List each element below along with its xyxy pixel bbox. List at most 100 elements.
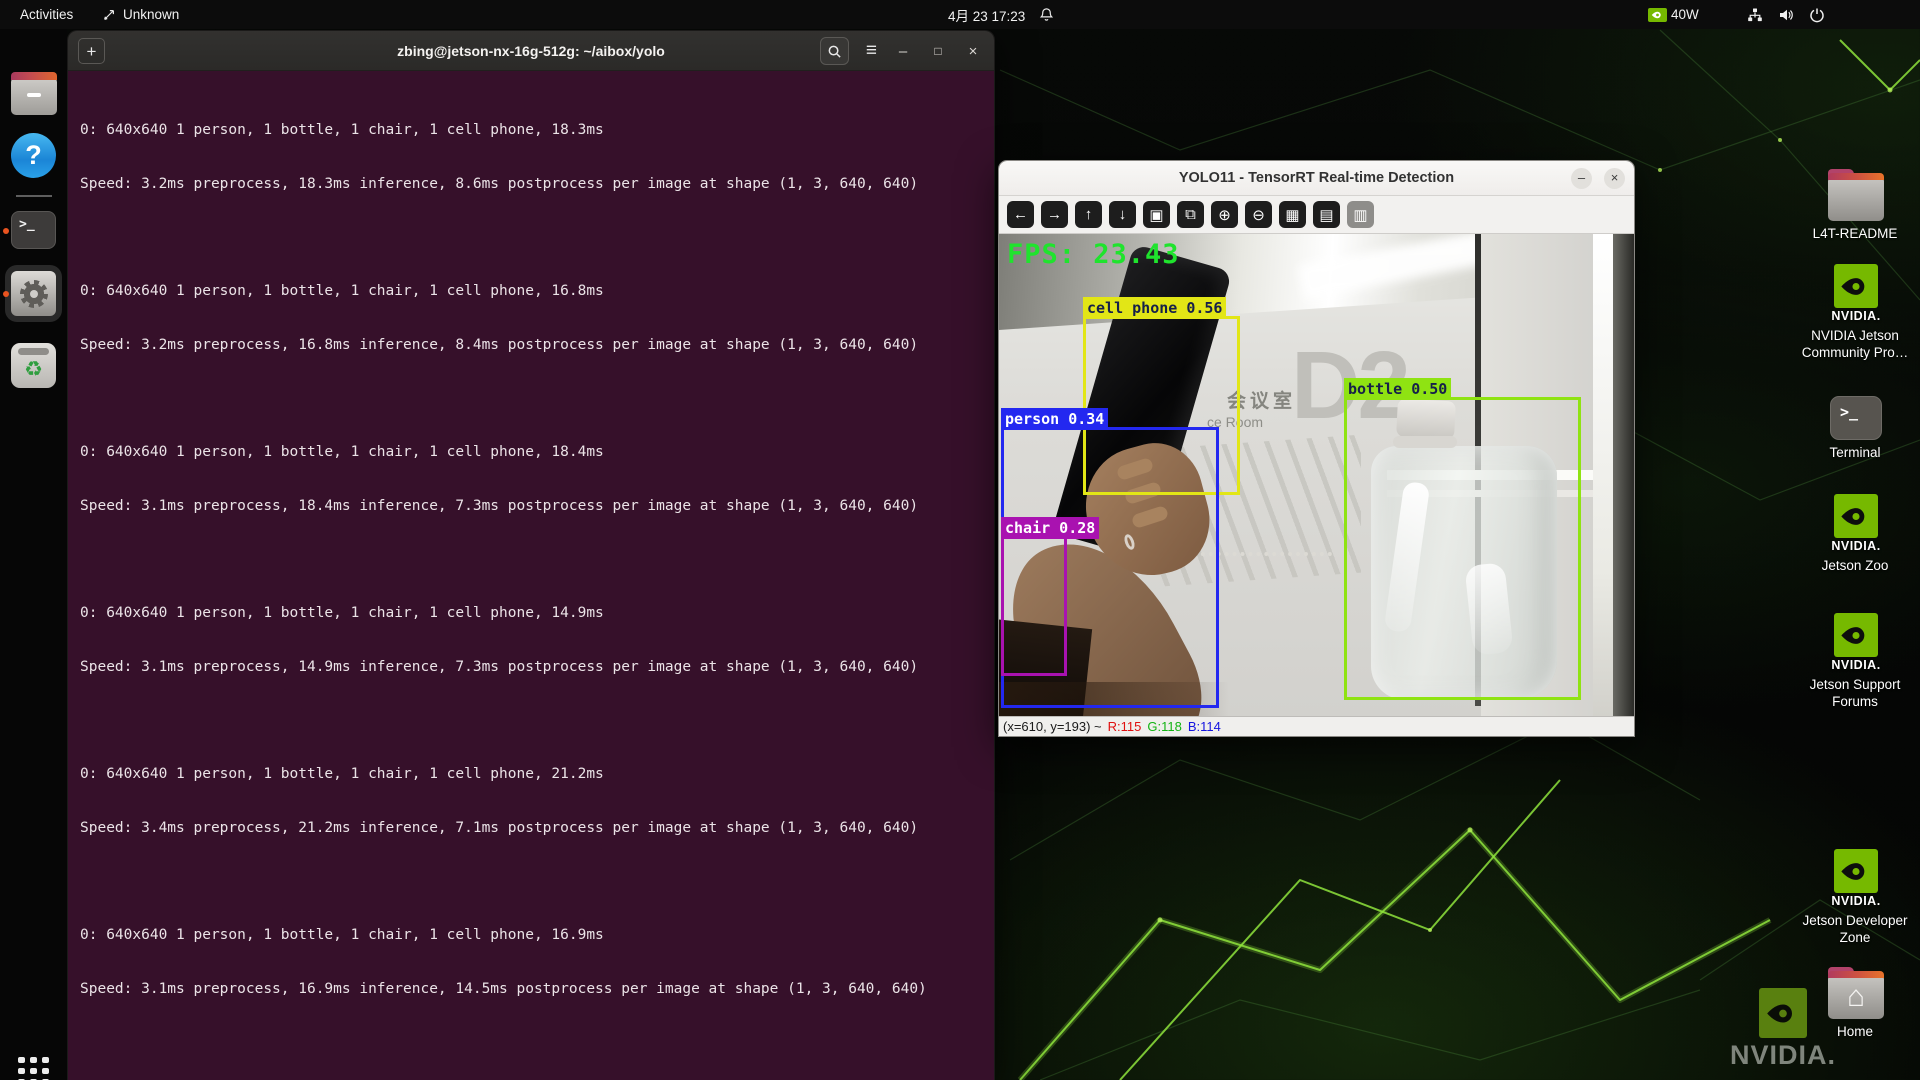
desktop-icon[interactable]: ⌂ NVIDIA. >_ Jetson Zoo [1796, 494, 1916, 574]
desktop-icon[interactable]: ⌂ >_ Home [1796, 966, 1916, 1040]
show-applications-button[interactable] [0, 1057, 67, 1080]
dock-item-help[interactable]: ? [0, 133, 67, 179]
desktop-icon-label: Jetson Support Forums [1796, 676, 1914, 710]
camera-view[interactable]: D2 会议室 ce Room cell phone 0.56 [999, 234, 1635, 716]
dock-divider [0, 195, 67, 197]
right-dark-edge [1613, 234, 1635, 716]
close-button[interactable]: × [964, 43, 982, 60]
detection-label: cell phone 0.56 [1083, 297, 1226, 319]
power-mode-label: 40W [1671, 7, 1699, 22]
toolbar-button-icon: ← [1013, 206, 1028, 223]
zoom-original-button[interactable]: ▣ [1143, 201, 1170, 228]
system-status-area[interactable]: 40W [1648, 0, 1825, 29]
zoom-out-button[interactable]: ⊖ [1245, 201, 1272, 228]
zoom-in-button[interactable]: ⊕ [1211, 201, 1238, 228]
pixel-green-value: G:118 [1147, 719, 1181, 734]
nvidia-eye-icon: NVIDIA. [1796, 494, 1916, 553]
terminal-output: 0: 640x640 1 person, 1 bottle, 1 chair, … [80, 85, 982, 1080]
yolo-window-title: YOLO11 - TensorRT Real-time Detection [999, 170, 1634, 186]
yolo-titlebar[interactable]: YOLO11 - TensorRT Real-time Detection – … [999, 161, 1634, 196]
inference-record: 0: 640x640 1 person, 1 bottle, 1 chair, … [80, 1051, 982, 1080]
toolbar-button-icon: ▦ [1285, 206, 1299, 224]
inference-record: 0: 640x640 1 person, 1 bottle, 1 chair, … [80, 568, 982, 712]
network-icon [1747, 7, 1763, 23]
desktop-icon[interactable]: ⌂ >_ L4T-README [1796, 168, 1916, 242]
nvidia-power-icon [1648, 8, 1667, 22]
home-emblem-icon: ⌂ [1847, 980, 1865, 1013]
files-icon [11, 77, 57, 115]
activities-button[interactable]: Activities [14, 0, 79, 29]
pan-down-button[interactable]: ↓ [1109, 201, 1136, 228]
speed-line: Speed: 3.1ms preprocess, 14.9ms inferenc… [80, 658, 982, 676]
pixel-coordinates: (x=610, y=193) ~ [1003, 719, 1102, 734]
toolbar-button-icon: ⧉ [1185, 206, 1196, 223]
dock-item-files[interactable] [0, 71, 67, 117]
zoom-region-button[interactable]: ⧉ [1177, 201, 1204, 228]
pan-left-button[interactable]: ← [1007, 201, 1034, 228]
desktop-icon[interactable]: ⌂ NVIDIA. >_ NVIDIA Jetson Community Pro… [1796, 264, 1916, 361]
display-properties-button[interactable]: ▥ [1347, 201, 1374, 228]
detection-box-bottle: bottle 0.50 [1344, 397, 1581, 700]
toolbar-button-icon: ▥ [1353, 206, 1367, 224]
inference-record: 0: 640x640 1 person, 1 bottle, 1 chair, … [80, 890, 982, 1034]
terminal-desktop-icon: >_ [1796, 390, 1916, 440]
toolbar-button-icon: ↓ [1119, 206, 1127, 223]
top-bar: Activities Unknown 4月 23 17:23 40W [0, 0, 1920, 29]
clock-label: 4月 23 17:23 [948, 5, 1025, 25]
bell-icon [1039, 7, 1054, 22]
menu-button[interactable]: ≡ [866, 40, 877, 62]
speed-line: Speed: 3.2ms preprocess, 16.8ms inferenc… [80, 336, 982, 354]
desktop-icon[interactable]: ⌂ NVIDIA. >_ Jetson Support Forums [1796, 613, 1916, 710]
folder-icon: ⌂ [1796, 974, 1916, 1019]
desktop-icon-column: ⌂ >_ L4T-README ⌂ NVIDIA. >_ NVIDIA Jet [1796, 0, 1916, 1080]
search-button[interactable] [820, 37, 849, 65]
pan-up-button[interactable]: ↑ [1075, 201, 1102, 228]
yolo-detection-window: YOLO11 - TensorRT Real-time Detection – … [998, 160, 1635, 737]
terminal-icon: >_ [11, 211, 56, 249]
nvidia-eye-icon: NVIDIA. [1796, 849, 1916, 908]
app-indicator[interactable]: Unknown [96, 0, 185, 29]
desktop-icon[interactable]: ⌂ NVIDIA. >_ Jetson Developer Zone [1796, 849, 1916, 946]
desktop-icon-label: Jetson Developer Zone [1796, 912, 1914, 946]
toolbar-button-icon: ⊕ [1218, 206, 1231, 224]
inference-record: 0: 640x640 1 person, 1 bottle, 1 chair, … [80, 729, 982, 873]
power-icon [1809, 7, 1825, 23]
dock: ? >_ ♻ [0, 29, 67, 1080]
close-button[interactable]: × [1604, 168, 1625, 189]
dock-item-trash[interactable]: ♻ [0, 343, 67, 391]
terminal-headerbar[interactable]: + zbing@jetson-nx-16g-512g: ~/aibox/yolo… [68, 31, 994, 71]
detection-line: 0: 640x640 1 person, 1 bottle, 1 chair, … [80, 121, 982, 139]
maximize-button[interactable]: □ [929, 44, 947, 58]
power-mode-indicator: 40W [1648, 7, 1699, 22]
dock-item-settings[interactable] [0, 265, 67, 323]
copy-clipboard-button[interactable]: ▤ [1313, 201, 1340, 228]
terminal-window: + zbing@jetson-nx-16g-512g: ~/aibox/yolo… [67, 30, 995, 1080]
clock-menu[interactable]: 4月 23 17:23 [942, 0, 1060, 29]
pan-right-button[interactable]: → [1041, 201, 1068, 228]
focused-app-highlight [5, 265, 62, 322]
desktop-icon-label: Terminal [1796, 444, 1914, 461]
inference-record: 0: 640x640 1 person, 1 bottle, 1 chair, … [80, 85, 982, 229]
detection-line: 0: 640x640 1 person, 1 bottle, 1 chair, … [80, 443, 982, 461]
desktop-icon[interactable]: ⌂ >_ Terminal [1796, 390, 1916, 461]
terminal-screen[interactable]: 0: 640x640 1 person, 1 bottle, 1 chair, … [68, 71, 994, 1080]
detection-label: chair 0.28 [1001, 517, 1099, 539]
app-indicator-label: Unknown [123, 7, 179, 22]
minimize-button[interactable]: – [1571, 168, 1592, 189]
save-image-button[interactable]: ▦ [1279, 201, 1306, 228]
pixel-red-value: R:115 [1108, 719, 1142, 734]
new-tab-button[interactable]: + [78, 38, 105, 64]
help-icon: ? [11, 133, 56, 178]
detection-label: person 0.34 [1001, 408, 1108, 430]
detection-line: 0: 640x640 1 person, 1 bottle, 1 chair, … [80, 765, 982, 783]
dock-item-terminal[interactable]: >_ [0, 211, 67, 251]
toolbar-button-icon: → [1047, 206, 1062, 223]
speed-line: Speed: 3.2ms preprocess, 18.3ms inferenc… [80, 175, 982, 193]
volume-icon [1778, 7, 1794, 23]
running-indicator-dot [3, 228, 9, 234]
minimize-button[interactable]: – [894, 43, 912, 60]
toolbar-button-icon: ⊖ [1252, 206, 1265, 224]
folder-icon: ⌂ [1796, 176, 1916, 221]
detection-line: 0: 640x640 1 person, 1 bottle, 1 chair, … [80, 282, 982, 300]
toolbar-button-icon: ↑ [1085, 206, 1093, 223]
